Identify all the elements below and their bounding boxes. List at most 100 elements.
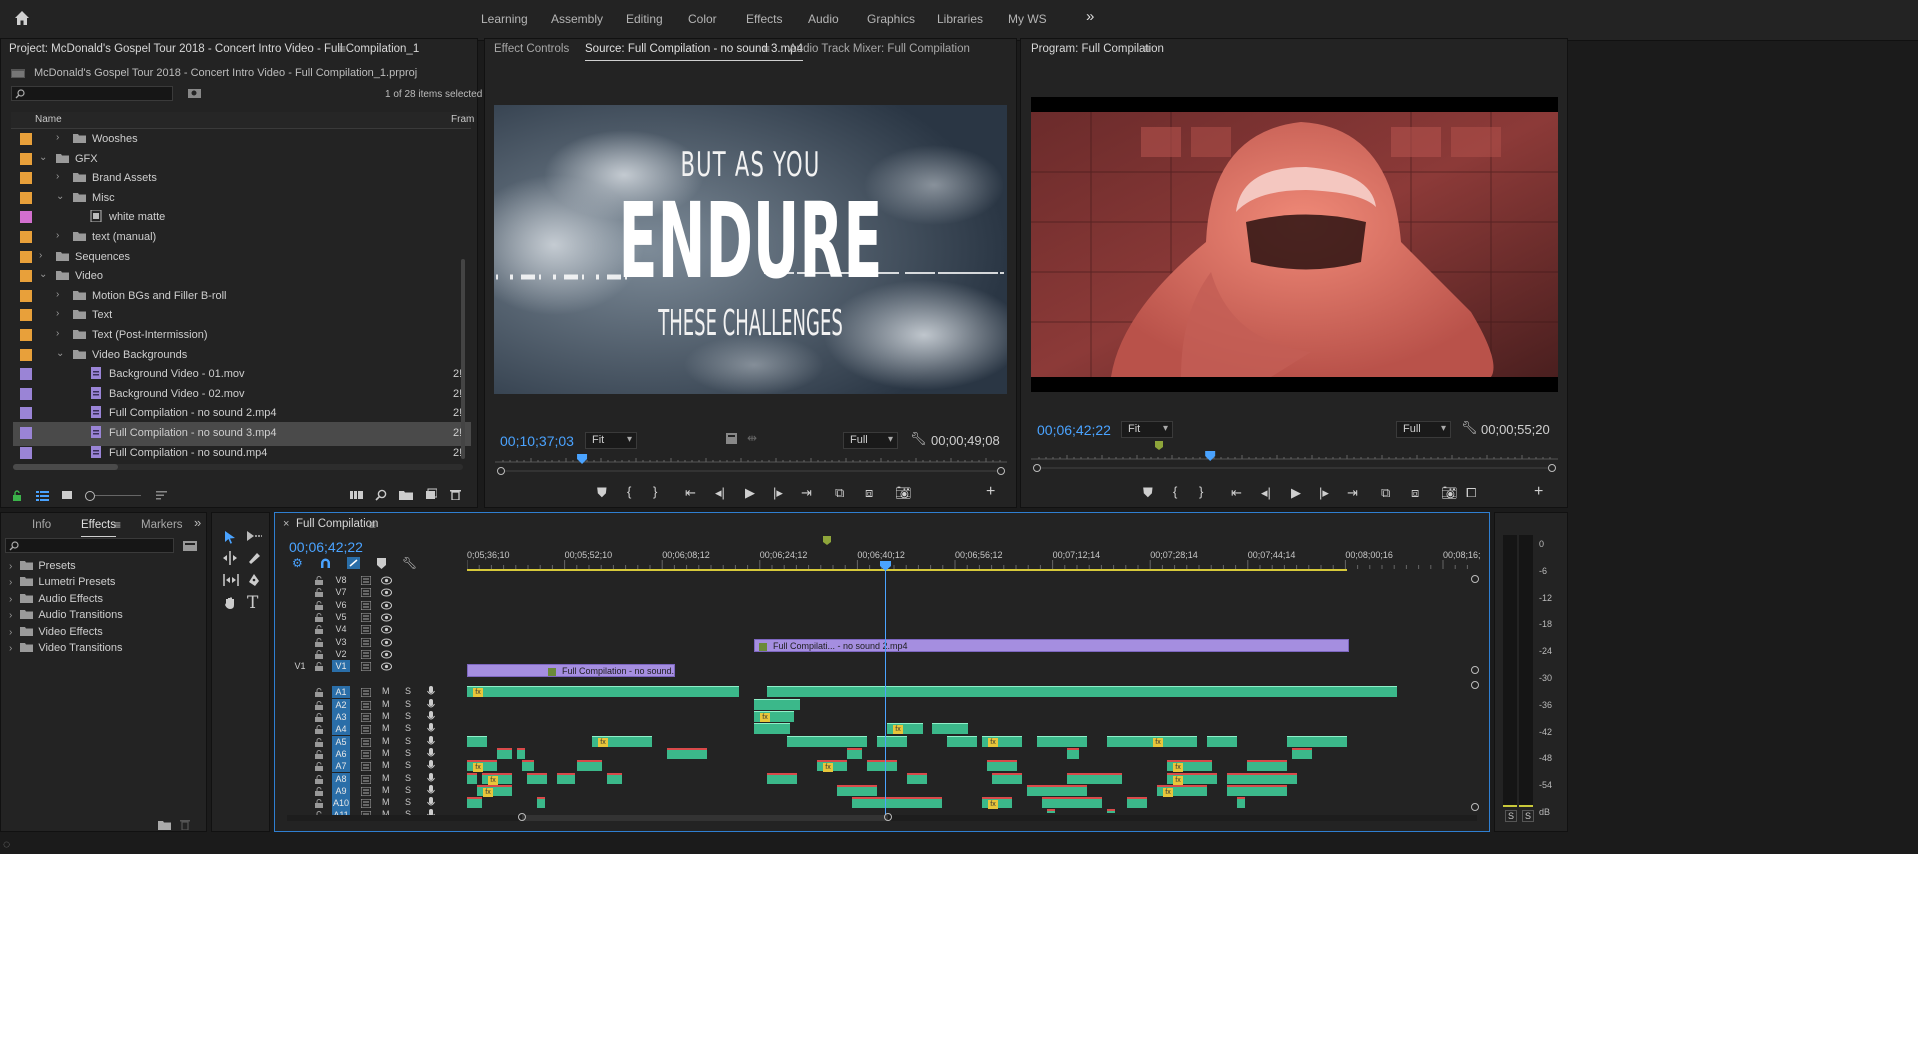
label-color-swatch[interactable]	[20, 368, 32, 381]
audio-clip[interactable]	[557, 772, 575, 784]
nest-toggle-icon[interactable]: ⚙	[292, 556, 303, 570]
track-target-a6[interactable]: A6	[332, 747, 350, 760]
zoom-handle-start[interactable]	[497, 467, 505, 475]
effects-folder[interactable]: › Lumetri Presets	[9, 575, 115, 588]
tab-effect-controls[interactable]: Effect Controls	[494, 43, 569, 55]
voiceover-record-icon[interactable]	[427, 723, 435, 735]
disclosure-closed-icon[interactable]: ›	[9, 643, 12, 654]
audio-clip[interactable]	[907, 772, 927, 784]
effects-folder[interactable]: › Audio Effects	[9, 592, 103, 605]
button-editor-icon[interactable]: +	[986, 483, 995, 501]
mute-track-button[interactable]: M	[382, 797, 390, 807]
label-color-swatch[interactable]	[20, 329, 32, 341]
sequence-tab[interactable]: Full Compilation	[296, 518, 378, 530]
timeline-hscrollbar[interactable]	[287, 813, 1477, 821]
disclosure-closed-icon[interactable]: ›	[9, 610, 12, 621]
wrench-icon[interactable]: 🔧︎	[910, 431, 927, 447]
track-lock-icon[interactable]	[315, 762, 323, 772]
zoom-handle-start[interactable]	[1033, 464, 1041, 472]
mark-in-icon[interactable]: {	[627, 484, 631, 499]
track-target-v6[interactable]: V6	[332, 599, 350, 611]
solo-track-button[interactable]: S	[405, 699, 411, 709]
solo-right-button[interactable]: S	[1522, 810, 1535, 822]
voiceover-record-icon[interactable]	[427, 711, 435, 723]
track-lock-icon[interactable]	[315, 612, 323, 622]
audio-clip[interactable]	[1247, 760, 1287, 772]
track-target-v7[interactable]: V7	[332, 586, 350, 598]
audio-clip[interactable]	[767, 686, 1397, 698]
audio-clip[interactable]	[467, 772, 477, 784]
mark-out-icon[interactable]: }	[1199, 484, 1203, 499]
track-target-v5[interactable]: V5	[332, 611, 350, 623]
audio-clip[interactable]	[882, 797, 942, 809]
v-a-divider-handle[interactable]	[1471, 666, 1479, 674]
workspace-learning[interactable]: Learning	[481, 12, 528, 26]
disclosure-closed-icon[interactable]: ›	[56, 289, 59, 300]
audio-clip[interactable]	[517, 747, 525, 759]
track-target-a3[interactable]: A3	[332, 711, 350, 723]
audio-clip[interactable]	[1207, 735, 1237, 747]
audio-clip[interactable]	[1237, 797, 1245, 809]
sync-lock-icon[interactable]	[361, 774, 371, 784]
automate-to-sequence-icon[interactable]	[350, 489, 364, 500]
trash-icon[interactable]	[450, 488, 461, 500]
audio-clip[interactable]	[1127, 797, 1147, 809]
audio-clip[interactable]: fx	[477, 784, 512, 797]
workspace-effects[interactable]: Effects	[746, 12, 782, 26]
audio-clip[interactable]: fx	[467, 760, 497, 773]
disclosure-closed-icon[interactable]: ›	[56, 132, 59, 143]
toggle-output-eye-icon[interactable]	[381, 601, 392, 610]
toggle-output-eye-icon[interactable]	[381, 638, 392, 647]
add-marker-icon[interactable]: ⛊	[597, 485, 607, 501]
sync-lock-icon[interactable]	[361, 625, 371, 635]
effects-search-input[interactable]	[5, 538, 174, 553]
sync-lock-icon[interactable]	[361, 786, 371, 796]
program-button-editor-icon[interactable]: +	[1534, 483, 1543, 501]
label-color-swatch[interactable]	[20, 387, 32, 400]
hand-tool-icon[interactable]	[223, 596, 237, 610]
solo-left-button[interactable]: S	[1505, 810, 1518, 822]
tab-info[interactable]: Info	[32, 519, 51, 531]
voiceover-record-icon[interactable]	[427, 760, 435, 772]
track-lock-icon[interactable]	[315, 700, 323, 710]
audio-clip[interactable]	[754, 698, 800, 710]
voiceover-record-icon[interactable]	[427, 772, 435, 785]
solo-track-button[interactable]: S	[405, 773, 411, 783]
audio-clip[interactable]	[577, 760, 602, 772]
mark-out-icon[interactable]: }	[653, 484, 657, 499]
solo-track-button[interactable]: S	[405, 723, 411, 733]
track-lock-icon[interactable]	[315, 576, 323, 585]
sync-lock-icon[interactable]	[361, 612, 371, 622]
label-color-swatch[interactable]	[20, 211, 32, 224]
effects-folder[interactable]: › Video Transitions	[9, 641, 123, 654]
track-lock-icon[interactable]	[315, 649, 323, 659]
audio-clip[interactable]: fx	[887, 723, 923, 735]
label-color-swatch[interactable]	[20, 231, 32, 243]
snap-icon[interactable]	[320, 558, 331, 569]
track-lock-icon[interactable]	[315, 749, 323, 759]
audio-clip[interactable]: fx	[754, 711, 794, 722]
mark-in-icon[interactable]: {	[1173, 484, 1177, 499]
source-zoom-select[interactable]: Fit	[585, 432, 637, 449]
ripple-edit-tool-icon[interactable]	[222, 551, 238, 565]
toggle-output-eye-icon[interactable]	[381, 650, 392, 659]
pen-tool-icon[interactable]	[247, 573, 261, 587]
voiceover-record-icon[interactable]	[427, 735, 435, 748]
sync-lock-icon[interactable]	[361, 749, 371, 759]
icon-view-icon[interactable]	[62, 490, 72, 500]
v3-clip[interactable]: Full Compilati... - no sound 2.mp4	[754, 639, 1349, 652]
source-time-ruler[interactable]	[495, 454, 1007, 476]
workspace-graphics[interactable]: Graphics	[867, 12, 915, 26]
step-forward-icon[interactable]: |▸	[1319, 485, 1329, 501]
audio-clip[interactable]	[1097, 772, 1122, 784]
audio-clip[interactable]	[1287, 735, 1347, 747]
audio-clip[interactable]	[947, 735, 977, 747]
audio-clip[interactable]: fx	[467, 686, 739, 698]
audio-clip[interactable]	[987, 760, 1017, 772]
sync-lock-icon[interactable]	[361, 588, 371, 598]
audio-clip[interactable]	[1267, 772, 1297, 784]
more-panels-icon[interactable]: »	[194, 515, 201, 530]
video-scroll-handle[interactable]	[1471, 575, 1479, 583]
workspace-libraries[interactable]: Libraries	[937, 12, 983, 26]
project-hscrollbar[interactable]	[13, 464, 463, 470]
